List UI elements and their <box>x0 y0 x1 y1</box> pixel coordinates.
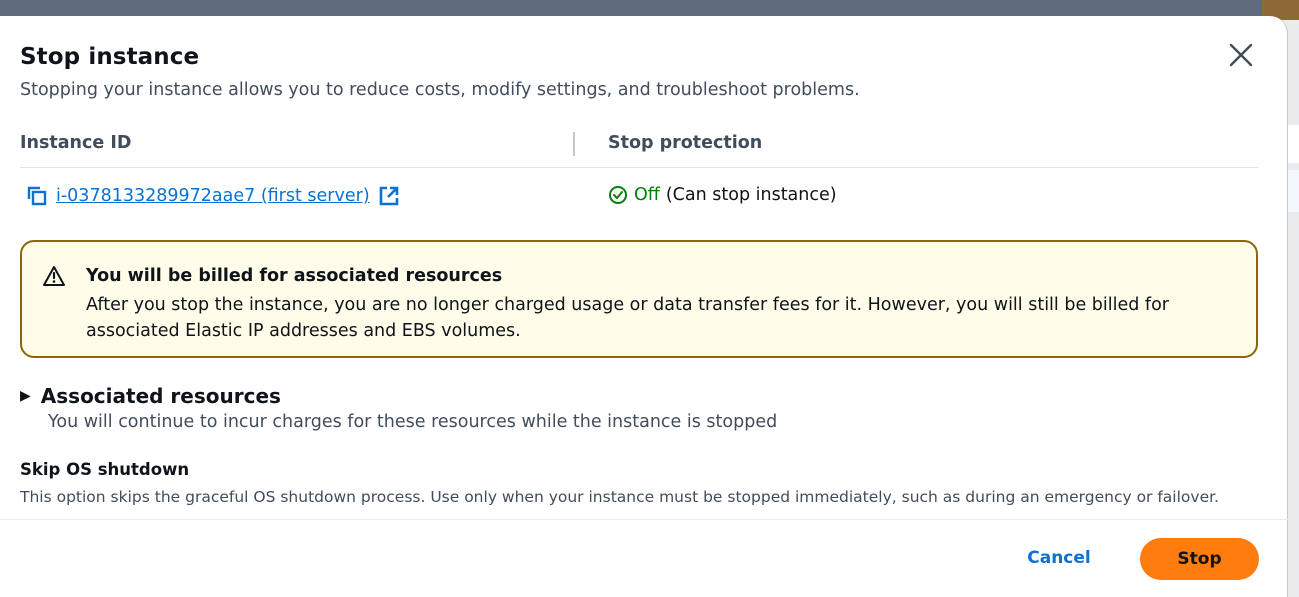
external-link-icon[interactable] <box>378 185 400 207</box>
status-note: (Can stop instance) <box>665 185 837 205</box>
modal-title: Stop instance <box>20 44 200 70</box>
caret-right-icon[interactable]: ▶ <box>20 388 31 404</box>
stop-protection-status: Off (Can stop instance) <box>608 185 837 205</box>
page-backdrop-element <box>1287 125 1299 163</box>
stop-protection-header: Stop protection <box>608 133 763 153</box>
associated-resources-description: You will continue to incur charges for t… <box>48 412 778 432</box>
screen: Stop instance Stopping your instance all… <box>0 0 1299 597</box>
footer-divider <box>0 519 1288 520</box>
instance-id-text[interactable]: i-0378133289972aae7 (first server) <box>56 186 370 206</box>
alert-body: After you stop the instance, you are no … <box>86 295 1169 341</box>
close-button[interactable] <box>1226 40 1256 70</box>
page-backdrop-element <box>1287 170 1299 212</box>
stop-instance-modal: Stop instance Stopping your instance all… <box>0 16 1288 597</box>
associated-resources-toggle[interactable]: ▶ Associated resources <box>20 384 281 408</box>
page-backdrop <box>0 0 1299 16</box>
alert-title: You will be billed for associated resour… <box>86 266 503 286</box>
cancel-button[interactable]: Cancel <box>1011 540 1107 576</box>
associated-resources-title[interactable]: Associated resources <box>41 384 281 408</box>
skip-os-shutdown-title: Skip OS shutdown <box>20 460 190 479</box>
modal-description: Stopping your instance allows you to red… <box>20 80 860 100</box>
skip-os-shutdown-description: This option skips the graceful OS shutdo… <box>20 488 1219 506</box>
status-value: Off <box>634 185 660 205</box>
warning-icon <box>43 266 65 286</box>
copy-icon[interactable] <box>26 185 48 207</box>
instance-id-header: Instance ID <box>20 133 132 153</box>
billing-warning-alert: You will be billed for associated resour… <box>20 240 1258 358</box>
stop-button[interactable]: Stop <box>1140 538 1259 580</box>
column-divider <box>573 132 575 156</box>
instance-id-link[interactable]: i-0378133289972aae7 (first server) <box>26 185 400 207</box>
close-icon <box>1229 43 1253 67</box>
status-positive-icon <box>609 186 627 204</box>
header-divider <box>20 167 1258 168</box>
